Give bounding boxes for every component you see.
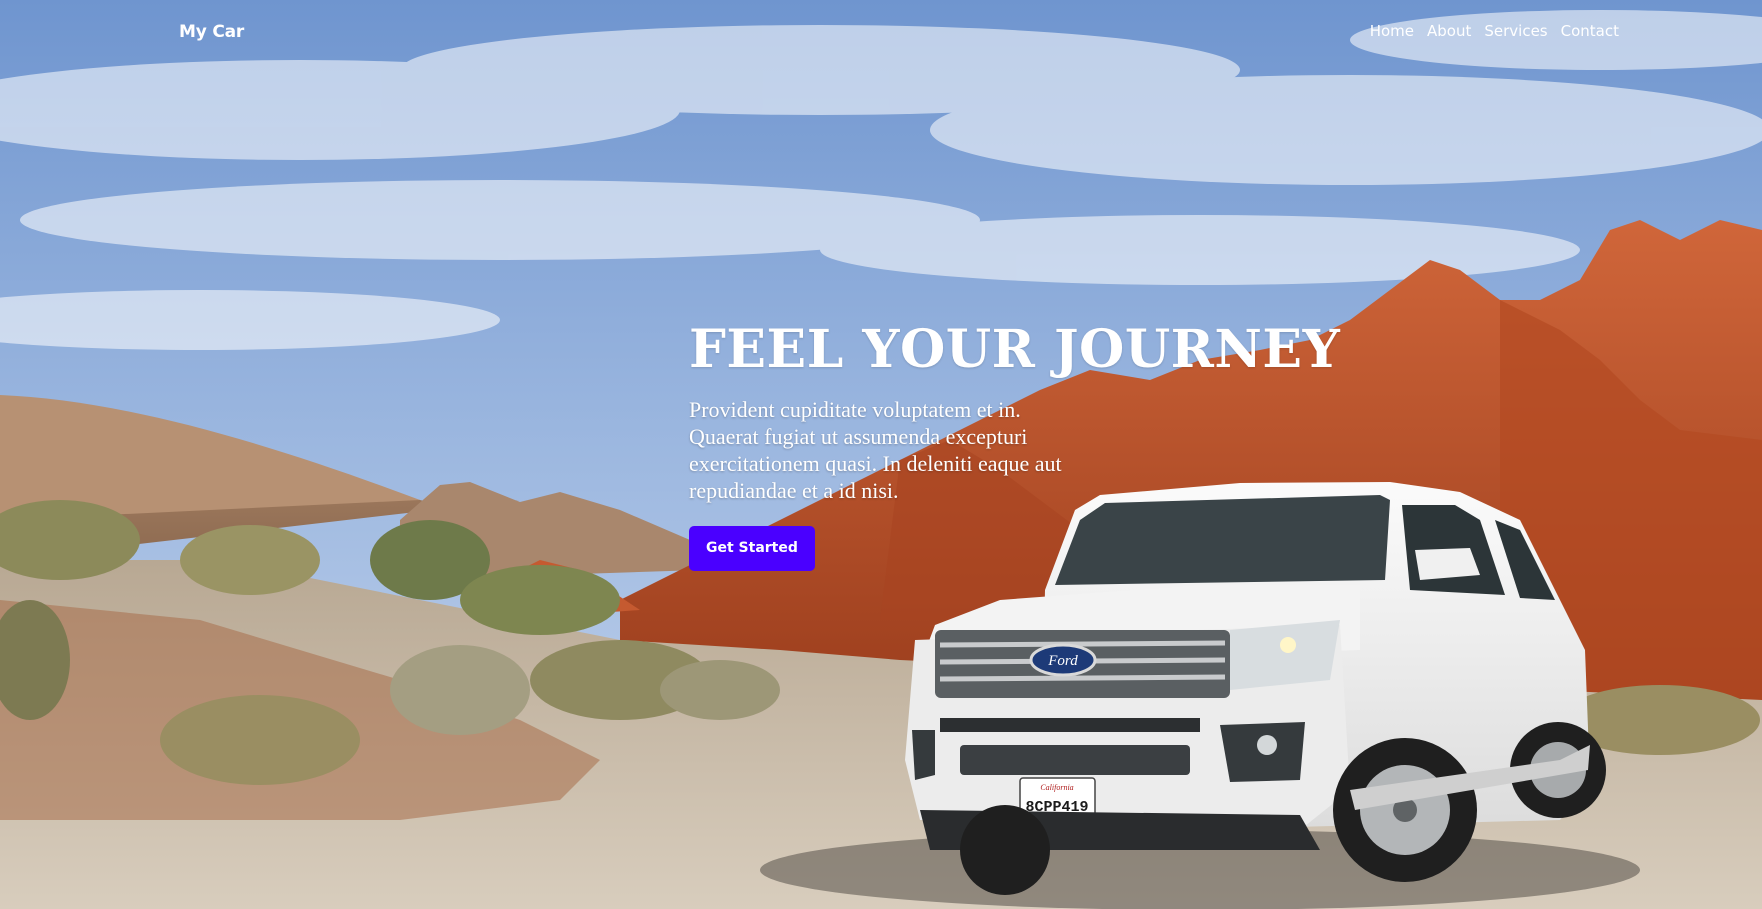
nav-menu: Home About Services Contact	[1370, 22, 1619, 41]
nav-item-services: Services	[1484, 22, 1547, 41]
svg-text:California: California	[1040, 783, 1073, 792]
nav-link-about[interactable]: About	[1427, 22, 1471, 40]
hero-description: Provident cupiditate voluptatem et in. Q…	[689, 397, 1062, 503]
nav-item-contact: Contact	[1561, 22, 1619, 41]
hero-headline: FEEL YOUR JOURNEY	[689, 319, 1341, 380]
ford-badge: Ford	[1047, 653, 1078, 669]
get-started-button[interactable]: Get Started	[689, 526, 815, 571]
nav-link-home[interactable]: Home	[1370, 22, 1414, 40]
hero-section: Ford California 8CPP419 My Car Home Abou…	[0, 0, 1762, 909]
hero-content: FEEL YOUR JOURNEY Provident cupiditate v…	[689, 318, 1379, 571]
site-logo[interactable]: My Car	[179, 22, 244, 42]
nav-link-services[interactable]: Services	[1484, 22, 1547, 40]
top-navbar: My Car Home About Services Contact	[0, 0, 1762, 66]
nav-link-contact[interactable]: Contact	[1561, 22, 1619, 40]
nav-item-about: About	[1427, 22, 1471, 41]
nav-item-home: Home	[1370, 22, 1414, 41]
